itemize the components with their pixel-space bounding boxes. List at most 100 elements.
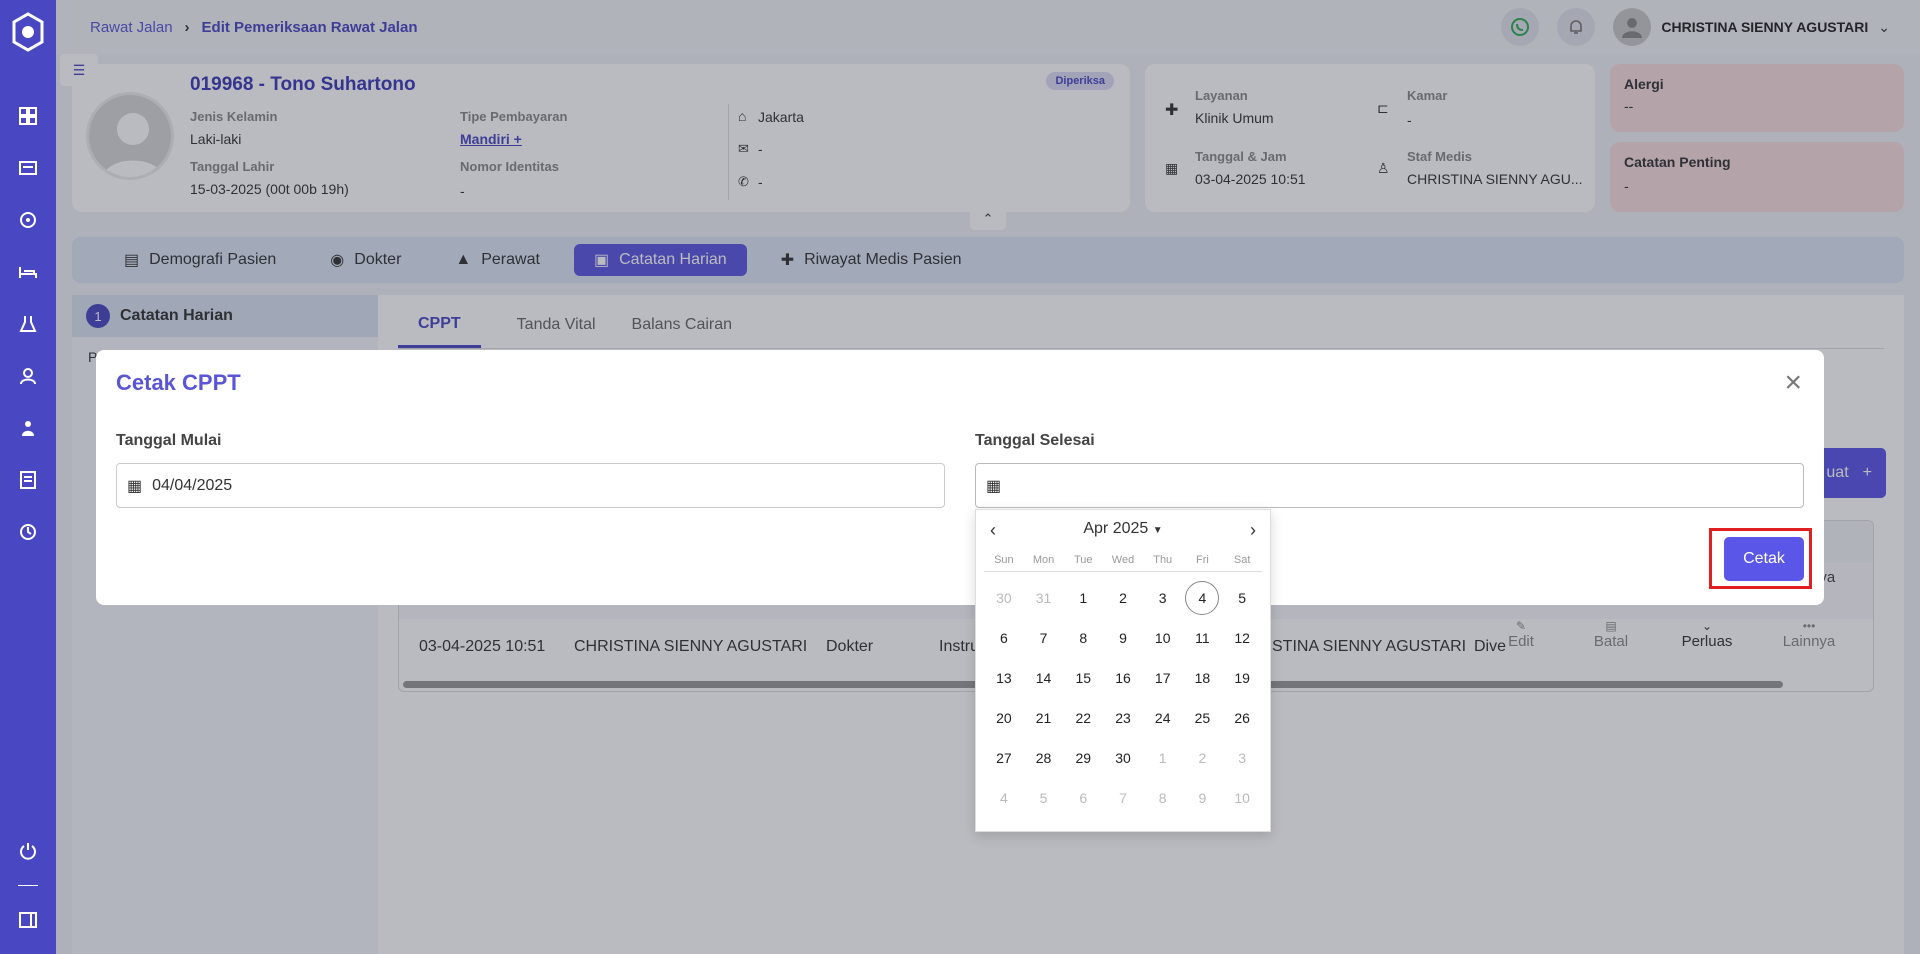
weekday-label: Tue — [1074, 553, 1093, 566]
app-logo-icon[interactable] — [10, 12, 46, 52]
weekday-row: Sun Mon Tue Wed Thu Fri Sat — [984, 548, 1262, 572]
calendar-day[interactable]: 3 — [1222, 738, 1262, 778]
history-icon[interactable] — [0, 506, 56, 558]
month-select[interactable]: Apr 2025 ▼ — [1083, 520, 1162, 538]
calendar-day[interactable]: 25 — [1183, 698, 1223, 738]
calendar-day[interactable]: 22 — [1063, 698, 1103, 738]
calendar-day[interactable]: 6 — [984, 618, 1024, 658]
sidebar — [0, 0, 56, 954]
calendar-day[interactable]: 5 — [1024, 778, 1064, 818]
calendar-day[interactable]: 15 — [1063, 658, 1103, 698]
modal-title: Cetak CPPT — [116, 370, 241, 395]
calendar-day[interactable]: 7 — [1103, 778, 1143, 818]
calendar-day-today[interactable]: 4 — [1183, 578, 1223, 618]
calendar-day[interactable]: 30 — [1103, 738, 1143, 778]
day-number: 17 — [1154, 670, 1171, 686]
day-number: 14 — [1035, 670, 1052, 686]
day-number: 8 — [1158, 790, 1167, 806]
calendar-day[interactable]: 31 — [1024, 578, 1064, 618]
end-date-input[interactable]: ▦ — [975, 463, 1804, 508]
chevron-left-icon[interactable]: ‹ — [990, 520, 996, 541]
calendar-day[interactable]: 4 — [984, 778, 1024, 818]
calendar-day[interactable]: 9 — [1183, 778, 1223, 818]
calendar-day[interactable]: 24 — [1143, 698, 1183, 738]
end-date-label: Tanggal Selesai — [975, 432, 1095, 449]
weekday-label: Mon — [1032, 553, 1055, 566]
calendar-day[interactable]: 5 — [1222, 578, 1262, 618]
calendar-day[interactable]: 16 — [1103, 658, 1143, 698]
day-number: 1 — [1079, 590, 1088, 606]
day-number: 8 — [1079, 630, 1088, 646]
day-number: 3 — [1158, 590, 1167, 606]
calendar-day[interactable]: 13 — [984, 658, 1024, 698]
day-number: 20 — [996, 710, 1012, 726]
power-icon[interactable] — [0, 825, 56, 877]
calendar-header: ‹ Apr 2025 ▼ › — [976, 510, 1270, 548]
calendar-day[interactable]: 2 — [1183, 738, 1223, 778]
day-number: 5 — [1039, 790, 1048, 806]
weekday-label: Sat — [1233, 553, 1251, 566]
report-icon[interactable] — [0, 454, 56, 506]
caret-down-icon: ▼ — [1152, 525, 1163, 536]
day-number: 30 — [1115, 750, 1131, 766]
day-number: 30 — [996, 590, 1012, 606]
close-icon[interactable]: × — [1784, 368, 1802, 398]
chevron-right-icon[interactable]: › — [1250, 520, 1256, 541]
day-number: 23 — [1115, 710, 1131, 726]
day-number: 19 — [1234, 670, 1250, 686]
day-number: 10 — [1154, 630, 1171, 646]
day-number: 6 — [999, 630, 1008, 646]
day-number: 18 — [1194, 670, 1211, 686]
weekday-label: Wed — [1111, 553, 1135, 566]
calendar-day[interactable]: 29 — [1063, 738, 1103, 778]
registration-icon[interactable] — [0, 142, 56, 194]
calendar-day[interactable]: 9 — [1103, 618, 1143, 658]
day-number: 16 — [1115, 670, 1131, 686]
day-number: 26 — [1234, 710, 1250, 726]
weekday-label: Thu — [1153, 553, 1173, 566]
calendar-day[interactable]: 19 — [1222, 658, 1262, 698]
calendar-day[interactable]: 27 — [984, 738, 1024, 778]
doctor-icon[interactable] — [0, 194, 56, 246]
calendar-day[interactable]: 17 — [1143, 658, 1183, 698]
calendar-day[interactable]: 14 — [1024, 658, 1064, 698]
calendar-day[interactable]: 30 — [984, 578, 1024, 618]
day-number: 29 — [1075, 750, 1092, 766]
day-number: 25 — [1194, 710, 1211, 726]
day-number: 2 — [1198, 750, 1207, 766]
start-date-input[interactable]: ▦ 04/04/2025 — [116, 463, 945, 508]
calendar-day[interactable]: 10 — [1143, 618, 1183, 658]
day-number: 9 — [1119, 630, 1127, 646]
start-date-label: Tanggal Mulai — [116, 432, 222, 449]
calendar-day[interactable]: 26 — [1222, 698, 1262, 738]
dashboard-icon[interactable] — [0, 90, 56, 142]
calendar-day[interactable]: 18 — [1183, 658, 1223, 698]
day-number: 11 — [1195, 630, 1210, 646]
calendar-day[interactable]: 1 — [1143, 738, 1183, 778]
day-number: 7 — [1039, 630, 1048, 646]
bed-icon[interactable] — [0, 246, 56, 298]
calendar-day[interactable]: 20 — [984, 698, 1024, 738]
calendar-day[interactable]: 11 — [1183, 618, 1223, 658]
nurse-icon[interactable] — [0, 402, 56, 454]
day-number: 27 — [996, 750, 1012, 766]
calendar-day[interactable]: 3 — [1143, 578, 1183, 618]
calendar-day[interactable]: 8 — [1063, 618, 1103, 658]
date-picker: ‹ Apr 2025 ▼ › Sun Mon Tue Wed Thu Fri S… — [975, 509, 1271, 832]
calendar-day[interactable]: 21 — [1024, 698, 1064, 738]
lab-icon[interactable] — [0, 298, 56, 350]
calendar-day[interactable]: 28 — [1024, 738, 1064, 778]
calendar-day[interactable]: 7 — [1024, 618, 1064, 658]
day-number: 22 — [1075, 710, 1092, 726]
calendar-day[interactable]: 2 — [1103, 578, 1143, 618]
calendar-day[interactable]: 12 — [1222, 618, 1262, 658]
day-number: 5 — [1238, 590, 1247, 606]
calendar-day[interactable]: 6 — [1063, 778, 1103, 818]
calendar-day[interactable]: 23 — [1103, 698, 1143, 738]
calendar-day[interactable]: 1 — [1063, 578, 1103, 618]
calendar-day[interactable]: 10 — [1222, 778, 1262, 818]
patient-icon[interactable] — [0, 350, 56, 402]
collapse-sidebar-icon[interactable] — [0, 894, 56, 946]
calendar-day[interactable]: 8 — [1143, 778, 1183, 818]
cetak-button[interactable]: Cetak — [1724, 537, 1804, 581]
